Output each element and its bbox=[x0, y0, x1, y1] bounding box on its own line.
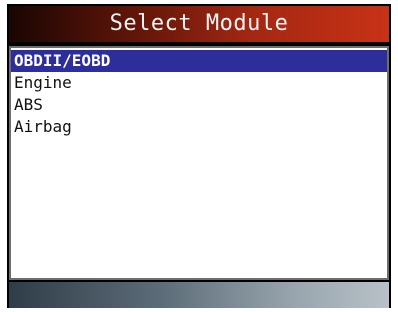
module-list-panel: OBDII/EOBD Engine ABS Airbag bbox=[9, 46, 389, 280]
module-list: OBDII/EOBD Engine ABS Airbag bbox=[11, 48, 387, 138]
device-screen: Select Module OBDII/EOBD Engine ABS Airb… bbox=[7, 4, 391, 308]
module-item-airbag[interactable]: Airbag bbox=[11, 116, 387, 138]
module-item-obdii-eobd[interactable]: OBDII/EOBD bbox=[11, 50, 387, 72]
title-bar: Select Module bbox=[9, 6, 389, 42]
screen-title: Select Module bbox=[109, 11, 289, 36]
module-item-engine[interactable]: Engine bbox=[11, 72, 387, 94]
footer-bar bbox=[9, 282, 389, 308]
module-item-abs[interactable]: ABS bbox=[11, 94, 387, 116]
